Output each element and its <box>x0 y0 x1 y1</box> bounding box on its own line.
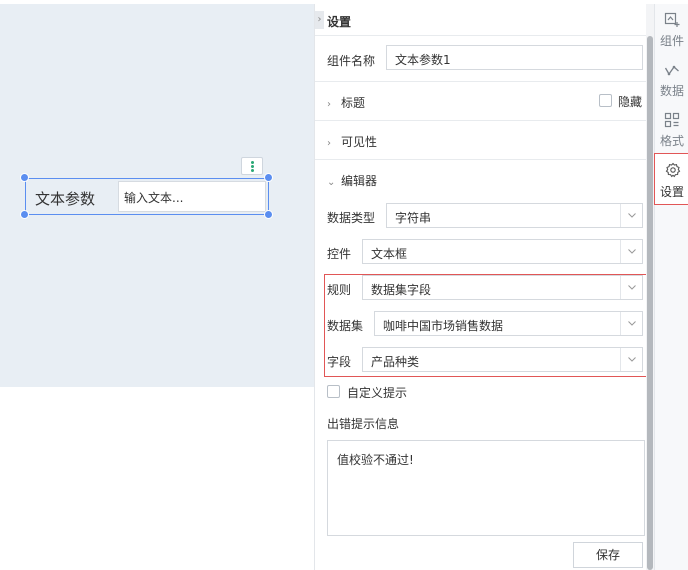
chevron-down-icon <box>620 312 642 335</box>
chevron-down-icon <box>620 240 642 263</box>
dataset-value: 咖啡中国市场销售数据 <box>383 319 504 333</box>
format-icon <box>664 112 680 128</box>
custom-hint-checkbox[interactable] <box>327 385 340 398</box>
rule-label: 规则 <box>327 283 352 297</box>
field-value: 产品种类 <box>371 355 420 369</box>
panel-header: › 设置 <box>315 4 650 36</box>
component-name-input[interactable]: 文本参数1 <box>386 45 643 70</box>
component-name-label: 组件名称 <box>327 54 376 68</box>
divider <box>315 120 649 121</box>
widget-label: 文本参数 <box>35 190 96 208</box>
widget-text-input[interactable]: 输入文本... <box>118 181 266 212</box>
tab-data-label: 数据 <box>659 84 684 98</box>
resize-handle-top-left[interactable] <box>20 173 29 182</box>
data-type-value: 字符串 <box>395 211 432 225</box>
error-info-label: 出错提示信息 <box>327 417 400 431</box>
section-title-toggle[interactable]: › 标题 <box>327 94 365 111</box>
resize-handle-bottom-right[interactable] <box>264 210 273 219</box>
section-title-label: 标题 <box>341 96 366 110</box>
divider <box>315 35 649 36</box>
chevron-down-icon: ⌄ <box>327 177 336 188</box>
divider <box>315 81 649 82</box>
side-tab-bar: 组件 数据 格式 设置 <box>654 4 688 570</box>
section-visibility-toggle[interactable]: › 可见性 <box>327 133 377 150</box>
section-editor-toggle[interactable]: ⌄ 编辑器 <box>327 172 377 189</box>
panel-scrollbar-thumb[interactable] <box>647 36 653 570</box>
tab-component-label: 组件 <box>659 34 684 48</box>
tab-data[interactable]: 数据 <box>655 56 688 102</box>
widget-more-menu-icon[interactable] <box>241 157 263 175</box>
chevron-down-icon <box>620 276 642 299</box>
tab-settings[interactable]: 设置 <box>654 153 688 205</box>
rule-value: 数据集字段 <box>371 283 432 297</box>
dataset-label: 数据集 <box>327 319 364 333</box>
field-label: 字段 <box>327 355 352 369</box>
field-select[interactable]: 产品种类 <box>362 347 643 372</box>
tab-format-label: 格式 <box>659 134 684 148</box>
section-visibility-label: 可见性 <box>341 135 378 149</box>
resize-handle-top-right[interactable] <box>264 173 273 182</box>
control-select[interactable]: 文本框 <box>362 239 643 264</box>
tab-settings-label: 设置 <box>659 185 684 199</box>
chevron-down-icon <box>620 204 642 227</box>
dataset-select[interactable]: 咖啡中国市场销售数据 <box>374 311 643 336</box>
control-value: 文本框 <box>371 247 408 261</box>
tab-format[interactable]: 格式 <box>655 106 688 152</box>
data-type-select[interactable]: 字符串 <box>386 203 643 228</box>
error-message-textarea[interactable]: 值校验不通过! <box>327 440 645 536</box>
control-label: 控件 <box>327 247 352 261</box>
chevron-right-icon: › <box>327 99 331 110</box>
data-type-label: 数据类型 <box>327 211 376 225</box>
settings-panel: › 设置 组件名称 文本参数1 › 标题 隐藏 › 可见性 ⌄ 编辑器 数据类型 字符… <box>314 4 650 570</box>
text-parameter-widget[interactable]: 文本参数 输入文本... <box>25 178 269 215</box>
gear-icon <box>665 162 681 178</box>
divider <box>315 159 649 160</box>
rule-select[interactable]: 数据集字段 <box>362 275 643 300</box>
chevron-down-icon <box>620 348 642 371</box>
section-editor-label: 编辑器 <box>341 174 378 188</box>
chevron-right-icon: › <box>327 138 331 149</box>
hide-title-checkbox[interactable] <box>599 94 612 107</box>
hide-title-label: 隐藏 <box>618 95 643 109</box>
tab-component[interactable]: 组件 <box>655 6 688 52</box>
save-button[interactable]: 保存 <box>573 542 643 568</box>
custom-hint-label: 自定义提示 <box>347 386 408 400</box>
resize-handle-bottom-left[interactable] <box>20 210 29 219</box>
panel-title: 设置 <box>327 15 352 29</box>
data-icon <box>664 65 679 76</box>
collapse-panel-icon[interactable]: › <box>315 11 324 29</box>
component-icon <box>664 12 680 27</box>
